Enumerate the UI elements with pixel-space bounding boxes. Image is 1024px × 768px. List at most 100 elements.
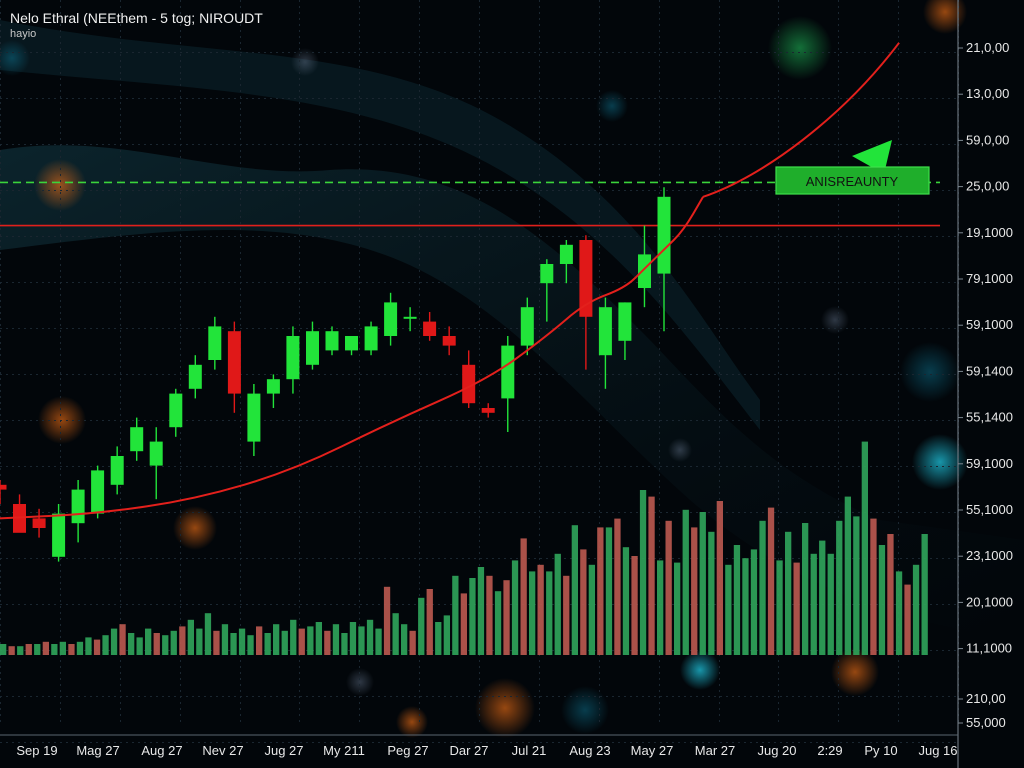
candle (110, 446, 124, 495)
candle-body (110, 456, 124, 485)
volume-bar (733, 545, 741, 655)
volume-bar (238, 628, 246, 655)
candle (481, 403, 495, 418)
volume-bar (785, 531, 792, 655)
volume-bar (119, 624, 126, 655)
x-axis: Sep 19 Mag 27 Aug 27 Nev 27 Jug 27 My 211 Peg … (16, 743, 957, 758)
volume-bar (827, 553, 834, 655)
annotation-label: ANISREAUNTY (806, 174, 899, 189)
candle-body (559, 244, 573, 264)
candle (227, 321, 241, 413)
candle-body (657, 196, 671, 274)
volume-bar (725, 564, 732, 655)
x-tick-label: Dar 27 (449, 743, 488, 758)
volume-bar (42, 641, 49, 655)
x-tick-label: Sep 19 (16, 743, 57, 758)
candle-body (638, 254, 651, 288)
volume-bar (85, 637, 92, 655)
volume-bar (443, 615, 450, 655)
volume-bar (273, 624, 280, 655)
candle-body (188, 364, 202, 389)
volume-bar (494, 591, 502, 655)
y-tick-label: 55,1000 (966, 502, 1013, 517)
volume-bar (622, 547, 630, 655)
volume-bar (588, 564, 595, 655)
volume-bar (759, 520, 766, 655)
volume-bar (571, 525, 578, 655)
candle-body (423, 321, 437, 336)
volume-bar (324, 630, 331, 655)
candle (91, 465, 105, 519)
volume-bar (290, 619, 297, 655)
x-tick-label: My 211 (323, 743, 365, 758)
x-tick-label: May 27 (631, 743, 674, 758)
volume-bar (128, 633, 135, 655)
volume-bar (187, 619, 194, 655)
volume-bar (546, 571, 553, 655)
volume-bar (793, 562, 800, 655)
volume-bar (691, 527, 698, 655)
volume-bar (776, 560, 783, 655)
candle (384, 292, 398, 346)
candle-body (169, 393, 183, 428)
volume-bar (878, 545, 886, 655)
candlestick-chart: ANISREAUNTY 21,0,00 13,0,00 59,0,00 25,0,00… (0, 0, 1024, 768)
volume-bar (469, 578, 476, 655)
volume-bar (426, 589, 433, 655)
volume-bar (503, 580, 510, 655)
volume-bar (597, 527, 604, 655)
volume-bar (639, 490, 647, 655)
volume-bar (665, 520, 672, 655)
volume-bar (895, 571, 903, 655)
candle-body (598, 307, 612, 356)
candle-body (403, 316, 417, 319)
candle-body (227, 331, 241, 394)
candle (364, 321, 378, 356)
candle (71, 480, 85, 543)
volume-bar (921, 534, 928, 655)
volume-bar (383, 586, 391, 655)
y-tick-label: 59,1000 (966, 456, 1013, 471)
volume-bar (102, 635, 109, 655)
volume-bar (170, 630, 177, 655)
volume-bar (844, 496, 851, 655)
volume-bar (298, 628, 305, 655)
volume-bar (750, 549, 758, 655)
volume-bar (836, 520, 843, 655)
candle-body (618, 302, 632, 341)
candle-body (540, 264, 554, 284)
volume-bar (401, 624, 408, 655)
volume-bar (264, 633, 271, 655)
candle (149, 427, 163, 500)
candle (130, 417, 144, 461)
volume-bar (366, 619, 374, 655)
candle (247, 384, 261, 456)
volume-bar (162, 635, 169, 655)
x-tick-label: 2:29 (817, 743, 842, 758)
volume-bar (554, 553, 561, 655)
volume-bar (358, 626, 365, 655)
candle-body (286, 336, 300, 380)
x-tick-label: Mag 27 (76, 743, 119, 758)
x-tick-label: Nev 27 (202, 743, 243, 758)
candle-body (52, 513, 66, 557)
candle-body (481, 408, 495, 413)
volume-bar (520, 538, 527, 655)
volume-bar (0, 644, 7, 655)
volume-bar (529, 571, 536, 655)
candle-body (345, 336, 358, 351)
volume-bar (8, 646, 15, 655)
volume-bar (870, 518, 877, 655)
candle (462, 350, 476, 408)
volume-bar (281, 630, 288, 655)
chart-subtitle: hayio (10, 28, 37, 40)
volume-bar (76, 641, 84, 655)
volume-bar (349, 622, 357, 655)
x-tick-label: Peg 27 (387, 743, 428, 758)
candle (188, 355, 202, 399)
annotation: ANISREAUNTY (775, 140, 930, 195)
volume-bar (153, 633, 160, 655)
chart-stage: ANISREAUNTY 21,0,00 13,0,00 59,0,00 25,0,00… (0, 0, 1024, 768)
x-tick-label: Mar 27 (695, 743, 735, 758)
volume-bar (810, 553, 817, 655)
